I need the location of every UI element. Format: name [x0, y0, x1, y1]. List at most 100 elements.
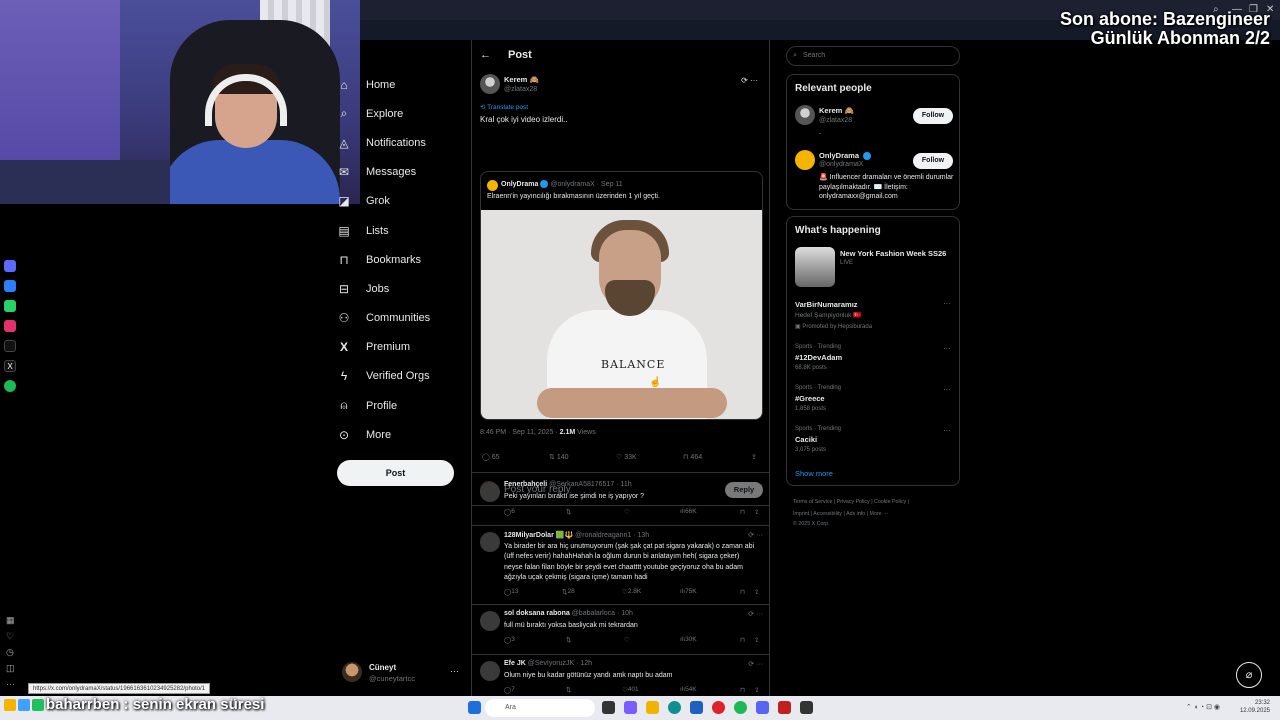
app-icon[interactable] — [778, 701, 791, 714]
reply-item[interactable]: 128MilyarDolar 🟩🔱 @ronaldreagann1 · 13h … — [472, 526, 769, 605]
messenger-icon[interactable] — [4, 280, 16, 292]
reply-item[interactable]: sol doksana rabona @babalarloca · 10h ⟳ … — [472, 605, 769, 655]
reply-action[interactable]: ◯ 7 — [504, 686, 515, 694]
nav-item-jobs[interactable]: ⊟ Jobs — [337, 274, 467, 303]
share-icon[interactable]: ⇪ — [754, 588, 759, 596]
nav-item-more[interactable]: ⊙ More — [337, 420, 467, 449]
more-icon[interactable]: ··· — [450, 666, 459, 676]
grid-icon[interactable]: ▦ — [6, 612, 20, 628]
author-name[interactable]: Kerem 🙈 — [504, 75, 539, 84]
reply-options[interactable]: ⟳ ··· — [748, 610, 763, 618]
nav-item-messages[interactable]: ✉ Messages — [337, 158, 467, 187]
share-icon[interactable]: ⇪ — [754, 686, 759, 694]
views-action[interactable]: ılı 66K — [680, 508, 697, 515]
back-arrow-icon[interactable]: ← — [480, 49, 491, 61]
heart-icon[interactable]: ♡ — [6, 628, 20, 644]
like-action[interactable]: ♡ 2.8K — [622, 588, 641, 596]
quoted-post[interactable]: OnlyDrama @onlydramaX · Sep 11 Elraenn'in… — [480, 171, 763, 420]
instagram-icon[interactable] — [4, 320, 16, 332]
avatar[interactable] — [480, 74, 500, 94]
bookmark-icon[interactable]: ⊓ — [740, 508, 745, 516]
trend-title[interactable]: Caciki — [795, 435, 817, 444]
trend-title[interactable]: VarBirNumaramız — [795, 300, 858, 309]
author-handle[interactable]: @zlatax28 — [504, 86, 537, 93]
more-icon[interactable]: ··· — [6, 676, 20, 692]
heart-icon[interactable]: ♡ — [624, 636, 630, 644]
show-more-link[interactable]: Show more — [795, 469, 833, 478]
repost-icon[interactable]: ⇅ — [566, 508, 571, 516]
box-icon[interactable]: ◫ — [6, 660, 20, 676]
post-options[interactable]: ⟳ ··· — [741, 76, 758, 85]
reply-action[interactable]: ◯ 13 — [504, 588, 519, 596]
share-icon[interactable]: ⇪ — [754, 636, 759, 644]
windows-start-icon[interactable] — [468, 701, 481, 714]
person-name[interactable]: OnlyDrama — [819, 151, 873, 161]
reply-item[interactable]: Fenerbahçeli @SerkanA58176517 · 11h ⟳ ··… — [472, 476, 769, 526]
like-action[interactable]: ♡ 401 — [622, 686, 639, 694]
reply-author[interactable]: Efe JK — [504, 660, 526, 667]
repost-icon[interactable]: ⇅ — [566, 636, 571, 644]
nav-item-verified-orgs[interactable]: ϟ Verified Orgs — [337, 362, 467, 391]
views-action[interactable]: ılı 30K — [680, 636, 697, 643]
share-icon[interactable]: ⇪ — [751, 453, 757, 461]
follow-button[interactable]: Follow — [913, 153, 953, 169]
tiktok-icon[interactable] — [4, 340, 16, 352]
more-icon[interactable]: ··· — [943, 385, 951, 394]
avatar[interactable] — [795, 105, 815, 125]
heart-icon[interactable]: ♡ — [624, 508, 630, 516]
spotify-icon[interactable] — [4, 380, 16, 392]
trend-title[interactable]: #12DevAdam — [795, 353, 842, 362]
like-action[interactable]: ♡ 33K — [616, 453, 637, 461]
post-button[interactable]: Post — [337, 460, 454, 486]
reply-options[interactable]: ⟳ ··· — [748, 660, 763, 668]
reply-item[interactable]: Efe JK @SevIyoruzJK · 12h ⟳ ··· Olum niy… — [472, 655, 769, 696]
history-icon[interactable]: ◷ — [6, 644, 20, 660]
taskbar-clock[interactable]: 23:32 12.09.2025 — [1240, 699, 1270, 715]
avatar[interactable] — [795, 150, 815, 170]
whatsapp-icon[interactable] — [4, 300, 16, 312]
bookmark-icon[interactable]: ⊓ — [740, 588, 745, 596]
reply-author[interactable]: sol doksana rabona — [504, 610, 570, 617]
opera-icon[interactable] — [712, 701, 725, 714]
repost-action[interactable]: ⇅ 28 — [562, 588, 575, 596]
app-icon[interactable] — [4, 260, 16, 272]
search-input[interactable]: ⌕ Search — [786, 46, 960, 66]
nav-item-home[interactable]: ⌂ Home — [337, 70, 467, 99]
avatar[interactable] — [480, 482, 500, 502]
footer-line[interactable]: Terms of Service | Privacy Policy | Cook… — [793, 496, 963, 508]
reply-action[interactable]: ◯ 65 — [482, 453, 500, 461]
copilot-icon[interactable] — [624, 701, 637, 714]
reply-options[interactable]: ⟳ ··· — [748, 481, 763, 489]
task-view-icon[interactable] — [602, 701, 615, 714]
reply-action[interactable]: ◯ 6 — [504, 508, 515, 516]
nav-item-communities[interactable]: ⚇ Communities — [337, 304, 467, 333]
grok-fab-icon[interactable]: ⌀ — [1236, 662, 1262, 688]
spotify-icon[interactable] — [734, 701, 747, 714]
store-icon[interactable] — [690, 701, 703, 714]
app-icon[interactable] — [800, 701, 813, 714]
system-tray[interactable]: ⌃ ◖ ◔ ⊡ ◉ — [1186, 703, 1220, 711]
avatar[interactable] — [480, 661, 500, 681]
featured-title[interactable]: New York Fashion Week SS26 — [840, 249, 946, 258]
nav-item-explore[interactable]: ⌕ Explore — [337, 99, 467, 128]
reply-author[interactable]: 128MilyarDolar 🟩🔱 — [504, 532, 573, 539]
trend-title[interactable]: #Greece — [795, 394, 825, 403]
taskbar-search[interactable]: Ara — [485, 699, 595, 717]
discord-icon[interactable] — [756, 701, 769, 714]
nav-item-grok[interactable]: ◪ Grok — [337, 187, 467, 216]
x-icon[interactable]: X — [4, 360, 16, 372]
nav-item-notifications[interactable]: ◬ Notifications — [337, 128, 467, 157]
bookmark-action[interactable]: ⊓ 464 — [683, 453, 702, 461]
translate-link[interactable]: ⟲ Translate post — [480, 103, 528, 111]
nav-item-profile[interactable]: ⍝ Profile — [337, 391, 467, 420]
nav-item-lists[interactable]: ▤ Lists — [337, 216, 467, 245]
account-switcher[interactable]: Cüneyt @cuneytartcc ··· — [342, 660, 467, 684]
reply-options[interactable]: ⟳ ··· — [748, 531, 763, 539]
avatar[interactable] — [480, 611, 500, 631]
bookmark-icon[interactable]: ⊓ — [740, 636, 745, 644]
views-action[interactable]: ılı 75K — [680, 588, 697, 595]
repost-action[interactable]: ⇅ 140 — [549, 453, 569, 461]
nav-item-bookmarks[interactable]: ⊓ Bookmarks — [337, 245, 467, 274]
avatar[interactable] — [480, 532, 500, 552]
reply-author[interactable]: Fenerbahçeli — [504, 481, 547, 488]
